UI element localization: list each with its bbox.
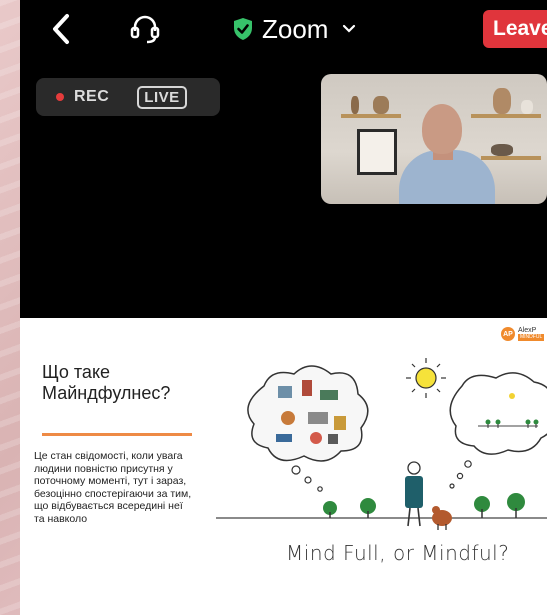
picture-frame	[357, 129, 397, 175]
back-button[interactable]	[46, 12, 78, 46]
sun-icon	[406, 358, 446, 398]
shared-slide: AP AlexP MINDFUL Що таке Майндфулнес? Це…	[20, 318, 547, 615]
shelf	[471, 114, 541, 118]
shield-check-icon	[234, 18, 252, 40]
dog-figure	[432, 506, 452, 530]
speaker-head	[422, 104, 462, 154]
decor-item	[491, 144, 513, 156]
headset-icon	[130, 15, 160, 44]
audio-button[interactable]	[128, 13, 162, 45]
shelf	[481, 156, 541, 160]
mindful-illustration	[216, 358, 547, 530]
shelf	[341, 114, 401, 118]
trees	[323, 493, 525, 518]
decor-item	[493, 88, 511, 114]
logo-subtext: MINDFUL	[518, 334, 545, 341]
decor-item	[373, 96, 389, 114]
top-bar: Zoom Leave	[20, 0, 547, 58]
app-title-label: Zoom	[262, 13, 329, 44]
slide-body-text: Це стан свідомості, коли увага людини по…	[34, 450, 192, 525]
calm-thought-cloud	[449, 372, 547, 455]
meeting-title-dropdown[interactable]: Zoom	[232, 12, 356, 46]
live-badge: LIVE	[137, 85, 187, 109]
accent-divider	[42, 433, 192, 436]
rec-dot-icon	[56, 93, 64, 101]
slide-title: Що таке Майндфулнес?	[42, 362, 171, 403]
speaker-video-thumbnail[interactable]	[321, 74, 547, 204]
rec-label: REC	[74, 88, 110, 105]
chevron-down-icon	[343, 24, 356, 33]
logo-text: AlexP	[518, 327, 537, 334]
leave-button[interactable]: Leave	[483, 10, 547, 48]
decor-item	[351, 96, 359, 114]
zoom-meeting-screen: Zoom Leave REC LIVE AP AlexP MINDFUL Що …	[20, 0, 547, 615]
decor-item	[521, 100, 533, 114]
person-figure	[405, 461, 423, 527]
recording-indicator: REC LIVE	[36, 78, 220, 116]
slide-caption: Mind Full, or Mindful?	[286, 541, 510, 565]
slide-logo: AP AlexP MINDFUL	[501, 326, 545, 342]
logo-mark-icon: AP	[501, 327, 515, 341]
chevron-left-icon	[53, 14, 69, 44]
